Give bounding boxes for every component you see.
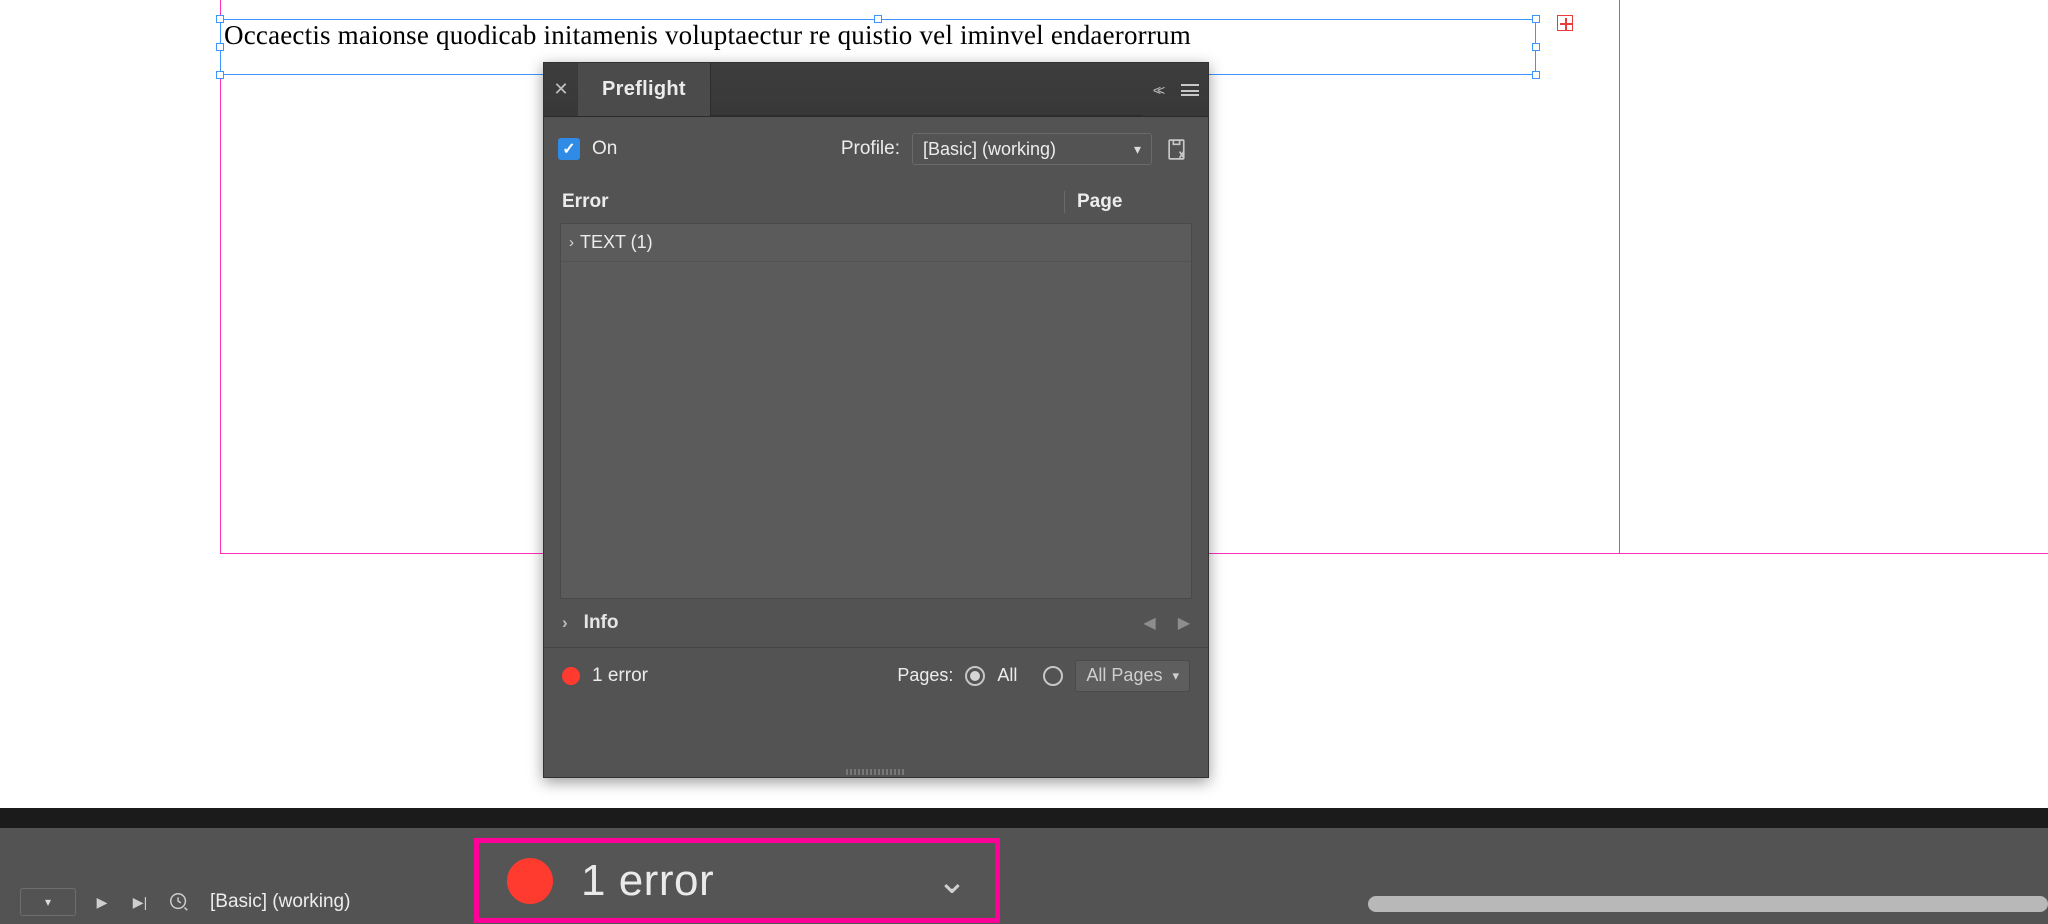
panel-options-row: ✓ On Profile: [Basic] (working) ▾ bbox=[544, 117, 1208, 181]
overset-text-icon[interactable] bbox=[1557, 15, 1573, 31]
pages-all-radio[interactable] bbox=[965, 666, 985, 686]
error-list-item[interactable]: › TEXT (1) bbox=[561, 224, 1191, 262]
pages-range-value: All Pages bbox=[1086, 665, 1162, 686]
next-error-icon[interactable]: ▶ bbox=[1178, 613, 1190, 633]
error-status-dot-icon bbox=[507, 858, 553, 904]
panel-resize-gripper-icon[interactable] bbox=[846, 769, 906, 775]
close-icon[interactable]: ✕ bbox=[544, 63, 578, 116]
frame-handle-mid-right[interactable] bbox=[1532, 43, 1540, 51]
header-page: Page bbox=[1064, 191, 1208, 213]
panel-tab-preflight[interactable]: Preflight bbox=[578, 63, 711, 116]
error-item-label: TEXT (1) bbox=[580, 232, 653, 253]
on-checkbox[interactable]: ✓ bbox=[558, 138, 580, 160]
pages-all-label: All bbox=[997, 665, 1017, 686]
pages-label: Pages: bbox=[897, 665, 953, 686]
profile-value: [Basic] (working) bbox=[923, 139, 1056, 160]
preflight-status-icon[interactable] bbox=[166, 889, 192, 915]
info-section: › Info ◀ ▶ bbox=[544, 599, 1208, 647]
error-status-dot-icon bbox=[562, 667, 580, 685]
error-list[interactable]: › TEXT (1) bbox=[560, 223, 1192, 599]
page-prev-icon[interactable]: ▶ bbox=[90, 890, 114, 914]
on-label: On bbox=[592, 138, 617, 160]
panel-status-row: 1 error Pages: All All Pages ▾ bbox=[544, 647, 1208, 703]
chevron-down-icon[interactable]: ⌄ bbox=[937, 860, 967, 902]
frame-handle-top-left[interactable] bbox=[216, 15, 224, 23]
prev-error-icon[interactable]: ◀ bbox=[1143, 613, 1155, 633]
chevron-down-icon: ▾ bbox=[1134, 141, 1141, 158]
chevron-right-icon: › bbox=[569, 234, 574, 251]
horizontal-scrollbar[interactable] bbox=[1368, 896, 2048, 912]
titlebar-spacer bbox=[711, 63, 1142, 116]
chevron-right-icon[interactable]: › bbox=[562, 613, 568, 633]
chevron-down-icon: ▾ bbox=[45, 895, 51, 909]
panel-title: Preflight bbox=[602, 78, 686, 101]
info-label: Info bbox=[584, 612, 619, 634]
scrollbar-thumb[interactable] bbox=[1368, 896, 2048, 912]
window-separator bbox=[0, 808, 2048, 828]
error-list-header: Error Page bbox=[544, 181, 1208, 223]
frame-handle-mid-left[interactable] bbox=[216, 43, 224, 51]
zoom-dropdown[interactable]: ▾ bbox=[20, 888, 76, 916]
collapse-icon[interactable]: << bbox=[1142, 63, 1172, 116]
status-profile-name: [Basic] (working) bbox=[210, 891, 350, 913]
frame-handle-bottom-right[interactable] bbox=[1532, 71, 1540, 79]
frame-handle-top-mid[interactable] bbox=[874, 15, 882, 23]
chevron-down-icon: ▾ bbox=[1172, 668, 1179, 684]
embed-profile-icon[interactable] bbox=[1164, 136, 1190, 162]
status-error-text: 1 error bbox=[581, 856, 714, 906]
preflight-panel: ✕ Preflight << ✓ On Profile: [Basic] (wo… bbox=[543, 62, 1209, 778]
profile-label: Profile: bbox=[841, 138, 900, 160]
error-count-text: 1 error bbox=[592, 665, 648, 687]
panel-titlebar[interactable]: ✕ Preflight << bbox=[544, 63, 1208, 117]
status-error-indicator[interactable]: 1 error ⌄ bbox=[474, 838, 1000, 923]
frame-handle-top-right[interactable] bbox=[1532, 15, 1540, 23]
document-text: Occaectis maionse quodicab initamenis vo… bbox=[224, 20, 1191, 51]
status-bar: ▾ ▶ ▶| [Basic] (working) 1 error ⌄ bbox=[0, 828, 2048, 924]
frame-handle-bottom-left[interactable] bbox=[216, 71, 224, 79]
profile-dropdown[interactable]: [Basic] (working) ▾ bbox=[912, 133, 1152, 165]
pages-range-radio[interactable] bbox=[1043, 666, 1063, 686]
panel-menu-icon[interactable] bbox=[1172, 63, 1208, 116]
page-margin-guide-ext bbox=[1620, 553, 2048, 554]
header-error: Error bbox=[544, 191, 1064, 213]
pages-range-dropdown[interactable]: All Pages ▾ bbox=[1075, 660, 1190, 692]
page-last-icon[interactable]: ▶| bbox=[128, 890, 152, 914]
